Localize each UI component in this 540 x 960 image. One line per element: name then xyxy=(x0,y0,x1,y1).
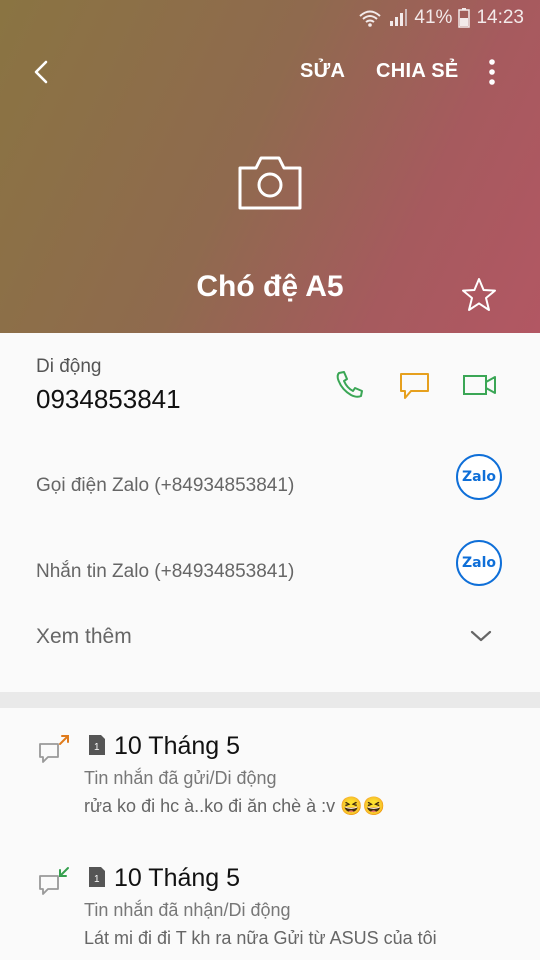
phone-number[interactable]: 0934853841 xyxy=(36,384,181,415)
log-type: Tin nhắn đã gửi/Di động xyxy=(84,768,277,788)
section-divider xyxy=(0,692,540,708)
status-bar: 41% 14:23 xyxy=(0,0,540,36)
contact-details-card: Di động 0934853841 Gọi điện Zalo (+84934… xyxy=(0,333,540,692)
message-log-card: 1 10 Tháng 5 Tin nhắn đã gửi/Di động rửa… xyxy=(0,708,540,960)
battery-icon xyxy=(458,8,471,28)
zalo-call-row[interactable]: Gọi điện Zalo (+84934853841) xyxy=(36,475,294,497)
zalo-call-icon[interactable]: Zalo xyxy=(456,454,502,500)
svg-text:1: 1 xyxy=(94,742,100,753)
log-date: 10 Tháng 5 xyxy=(114,732,241,760)
toolbar: SỬA CHIA SẺ xyxy=(0,48,540,96)
clock: 14:23 xyxy=(476,7,524,28)
log-type: Tin nhắn đã nhận/Di động xyxy=(84,900,291,920)
star-icon[interactable] xyxy=(460,276,498,314)
share-button[interactable]: CHIA SẺ xyxy=(376,60,458,83)
svg-text:1: 1 xyxy=(94,874,100,885)
phone-label: Di động xyxy=(36,356,102,377)
log-item[interactable]: 1 10 Tháng 5 Tin nhắn đã nhận/Di động Lá… xyxy=(0,840,540,960)
back-arrow-icon[interactable] xyxy=(28,58,56,86)
battery-percent: 41% xyxy=(414,7,453,28)
more-vert-icon[interactable] xyxy=(482,58,502,86)
phone-icon[interactable] xyxy=(333,369,367,399)
zalo-logo-text: Zalo xyxy=(461,555,496,571)
log-message: Lát mi đi đi T kh ra nữa Gửi từ ASUS của… xyxy=(84,928,437,948)
video-call-icon[interactable] xyxy=(462,371,496,401)
contact-name: Chó đệ A5 xyxy=(196,270,344,303)
sim-card-icon: 1 xyxy=(88,734,106,756)
signal-icon xyxy=(388,8,408,28)
see-more-button[interactable]: Xem thêm xyxy=(36,625,132,649)
zalo-logo-text: Zalo xyxy=(461,469,496,485)
log-date: 10 Tháng 5 xyxy=(114,864,241,892)
zalo-message-row[interactable]: Nhắn tin Zalo (+84934853841) xyxy=(36,561,294,583)
contact-header: 41% 14:23 SỬA CHIA SẺ Chó đệ A5 xyxy=(0,0,540,333)
message-icon[interactable] xyxy=(398,371,432,401)
incoming-message-icon xyxy=(38,864,72,898)
log-message: rửa ko đi hc à..ko đi ăn chè à :v 😆😆 xyxy=(84,796,386,816)
wifi-icon xyxy=(358,8,382,28)
sim-card-icon: 1 xyxy=(88,866,106,888)
zalo-message-icon[interactable]: Zalo xyxy=(456,540,502,586)
outgoing-message-icon xyxy=(38,732,72,766)
chevron-down-icon[interactable] xyxy=(468,626,494,646)
edit-button[interactable]: SỬA xyxy=(300,60,345,83)
log-item[interactable]: 1 10 Tháng 5 Tin nhắn đã gửi/Di động rửa… xyxy=(0,708,540,828)
camera-icon[interactable] xyxy=(236,152,304,212)
